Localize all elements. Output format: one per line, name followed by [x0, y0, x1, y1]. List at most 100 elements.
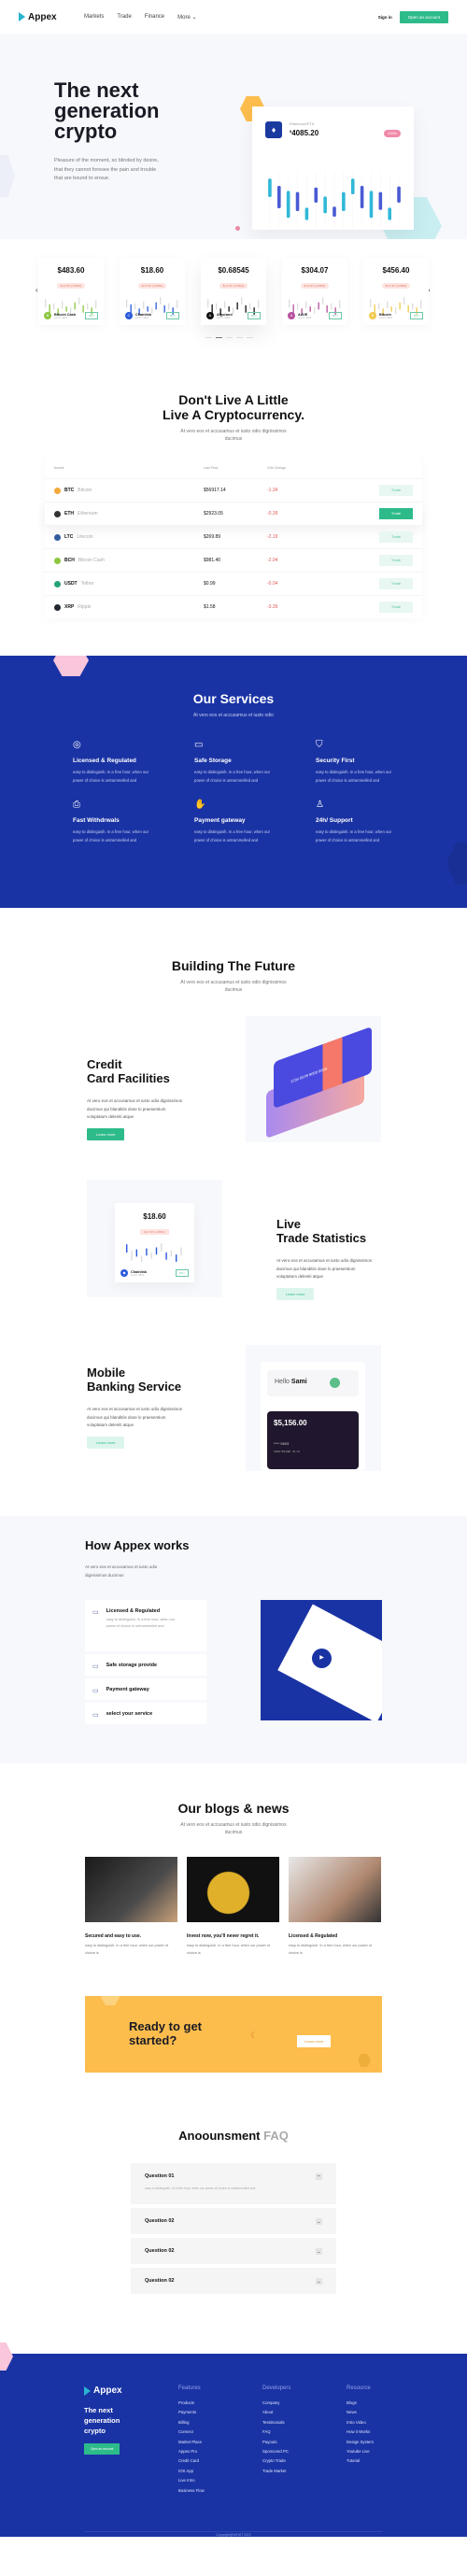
- video-preview[interactable]: ▶: [261, 1600, 382, 1720]
- trade-button[interactable]: Trade: [379, 531, 413, 543]
- coin-card[interactable]: $456.40 $-17.97 (-3.65%) B Bitcoin Jul 27, 2…: [363, 258, 429, 325]
- footer-link[interactable]: Blogs: [347, 2399, 374, 2408]
- feature-mobile-banking: Mobile Banking Service At vero eos et acc…: [0, 1324, 467, 1479]
- market-table: Assets Last Price 24th Change BTC Bitcoin…: [45, 458, 422, 618]
- carousel-dot[interactable]: [216, 337, 222, 338]
- blog-title[interactable]: Secured and easy to use.: [85, 1933, 177, 1939]
- learn-more-button[interactable]: Learn more: [276, 1288, 315, 1300]
- footer-link[interactable]: Payouts: [262, 2438, 290, 2447]
- coin-card[interactable]: $0.68545 $-17.97 (-3.65%) A Algorand Jul 27,…: [201, 258, 266, 325]
- footer-link[interactable]: FAQ: [262, 2427, 290, 2437]
- coin-price: $456.40: [382, 266, 410, 275]
- last-price: $56917.14: [204, 488, 226, 493]
- nav-link-markets[interactable]: Markets: [84, 14, 104, 21]
- services-subtitle: At vero eos et accusamus et iusto odio: [193, 713, 274, 718]
- footer-link[interactable]: Youtube Live: [347, 2447, 374, 2456]
- trade-button[interactable]: Trade: [379, 555, 413, 566]
- play-icon[interactable]: ▶: [312, 1649, 332, 1668]
- blog-card[interactable]: Secured and easy to use. easy to distingu…: [85, 1857, 177, 1957]
- footer-logo[interactable]: Appex: [84, 2385, 149, 2396]
- footer-link[interactable]: News: [347, 2408, 374, 2417]
- footer-link[interactable]: Sponcored PC: [262, 2447, 290, 2456]
- footer-link[interactable]: Business Flow: [178, 2486, 205, 2496]
- learn-more-button[interactable]: Learn more: [87, 1128, 125, 1140]
- nav-link-finance[interactable]: Finance: [145, 14, 164, 21]
- footer-link[interactable]: About: [262, 2408, 290, 2417]
- blog-image[interactable]: [85, 1857, 177, 1922]
- blog-title[interactable]: Invest now, you'll never regret it.: [187, 1933, 279, 1939]
- trade-button[interactable]: Trade: [379, 602, 413, 613]
- how-item[interactable]: ▭ Licensed & Regulated easy to distinguis…: [85, 1600, 206, 1651]
- buy-button[interactable]: BUY: [248, 312, 261, 319]
- service-title: 24h/ Support: [316, 817, 353, 824]
- footer-link[interactable]: Connect: [178, 2427, 205, 2437]
- buy-button[interactable]: BUY: [85, 312, 98, 319]
- faq-item[interactable]: Question 01 ⌃ easy to distinguish. In a fr…: [131, 2163, 336, 2204]
- open-account-button[interactable]: Open an account: [399, 10, 448, 23]
- chevron-up-icon[interactable]: ⌃: [315, 2173, 322, 2180]
- footer-link[interactable]: Live Intro: [178, 2476, 205, 2485]
- carousel-dot[interactable]: [226, 337, 233, 338]
- trade-button[interactable]: Trade: [379, 485, 413, 496]
- chevron-down-icon[interactable]: ⌄: [315, 2247, 322, 2255]
- footer-link[interactable]: Testimonials: [262, 2418, 290, 2427]
- carousel-dot[interactable]: [236, 337, 243, 338]
- service-text: easy to distinguish. In a free hour, whe…: [73, 770, 149, 783]
- blog-image[interactable]: [187, 1857, 279, 1922]
- future-subtitle: At vero eos et accusamus et iusto odio d…: [180, 980, 287, 993]
- nav-link-more[interactable]: More ⌄: [177, 14, 196, 21]
- how-item[interactable]: ▭ select your service: [85, 1703, 206, 1724]
- coin-card[interactable]: $18.60 $-17.97 (-3.65%) C Chainlink Jul 27, …: [120, 258, 185, 325]
- footer-open-account-button[interactable]: Open an account: [84, 2443, 120, 2455]
- footer-link[interactable]: Appex Pro: [178, 2447, 205, 2456]
- how-title: How Appex works: [85, 1538, 190, 1552]
- learn-more-button[interactable]: Learn more: [87, 1437, 125, 1449]
- footer-link[interactable]: Trade Market: [262, 2467, 290, 2476]
- coin-card[interactable]: $483.60 $-17.97 (-3.65%) B Bitcoin Cash Jul …: [38, 258, 104, 325]
- blog-card[interactable]: Invest now, you'll never regret it. easy …: [187, 1857, 279, 1957]
- footer-link[interactable]: Company: [262, 2399, 290, 2408]
- service-title: Safe Storage: [194, 757, 232, 764]
- payment-icon: ✋: [194, 800, 206, 810]
- buy-button[interactable]: BUY: [176, 1269, 189, 1277]
- blog-image[interactable]: [289, 1857, 381, 1922]
- coin-icon: B: [369, 312, 376, 319]
- blog-excerpt: easy to distinguish. In a free hour, whe…: [85, 1944, 169, 1955]
- cta-learn-more-button[interactable]: Learn more: [297, 2035, 332, 2047]
- trade-button[interactable]: Trade: [379, 578, 413, 589]
- footer-link[interactable]: Tutorial: [347, 2456, 374, 2466]
- blog-card[interactable]: Licensed & Regulated easy to distinguish.…: [289, 1857, 381, 1957]
- faq-item[interactable]: Question 02 ⌄: [131, 2268, 336, 2294]
- trade-button[interactable]: Trade: [379, 508, 413, 519]
- faq-item[interactable]: Question 02 ⌄: [131, 2238, 336, 2264]
- nav-link-trade[interactable]: Trade: [117, 14, 131, 21]
- buy-button[interactable]: BUY: [166, 312, 179, 319]
- blogs-subtitle: At vero eos et accusamus et iusto odio d…: [180, 1822, 287, 1835]
- footer-link[interactable]: Payments: [178, 2408, 205, 2417]
- carousel-dot[interactable]: [205, 337, 212, 338]
- footer-link[interactable]: Credit Card: [178, 2456, 205, 2466]
- how-item[interactable]: ▭ Safe storage provide: [85, 1654, 206, 1676]
- blog-title[interactable]: Licensed & Regulated: [289, 1933, 381, 1939]
- sign-in-link[interactable]: Sign in: [378, 15, 392, 20]
- chevron-down-icon[interactable]: ⌄: [315, 2217, 322, 2225]
- candle: [78, 297, 80, 304]
- faq-item[interactable]: Question 02 ⌄: [131, 2208, 336, 2234]
- brand-logo[interactable]: Appex: [19, 12, 84, 22]
- footer-link[interactable]: Market Place: [178, 2438, 205, 2447]
- footer-link[interactable]: IOS App: [178, 2467, 205, 2476]
- box-icon: ▭: [92, 1609, 99, 1616]
- candle: [228, 306, 230, 312]
- footer-link[interactable]: Crypto Trade: [262, 2456, 290, 2466]
- chevron-down-icon[interactable]: ⌄: [315, 2277, 322, 2285]
- buy-button[interactable]: BUY: [410, 312, 423, 319]
- buy-button[interactable]: BUY: [329, 312, 342, 319]
- footer-link[interactable]: Intro Video: [347, 2418, 374, 2427]
- footer-link[interactable]: Products: [178, 2399, 205, 2408]
- how-item[interactable]: ▭ Payment gateway: [85, 1678, 206, 1700]
- footer-link[interactable]: Billing: [178, 2418, 205, 2427]
- carousel-dot[interactable]: [247, 337, 253, 338]
- coin-card[interactable]: $304.07 $-17.97 (-3.65%) A AAVE Jul 27, 2021…: [282, 258, 347, 325]
- footer-link[interactable]: Design System: [347, 2438, 374, 2447]
- footer-link[interactable]: How it Works: [347, 2427, 374, 2437]
